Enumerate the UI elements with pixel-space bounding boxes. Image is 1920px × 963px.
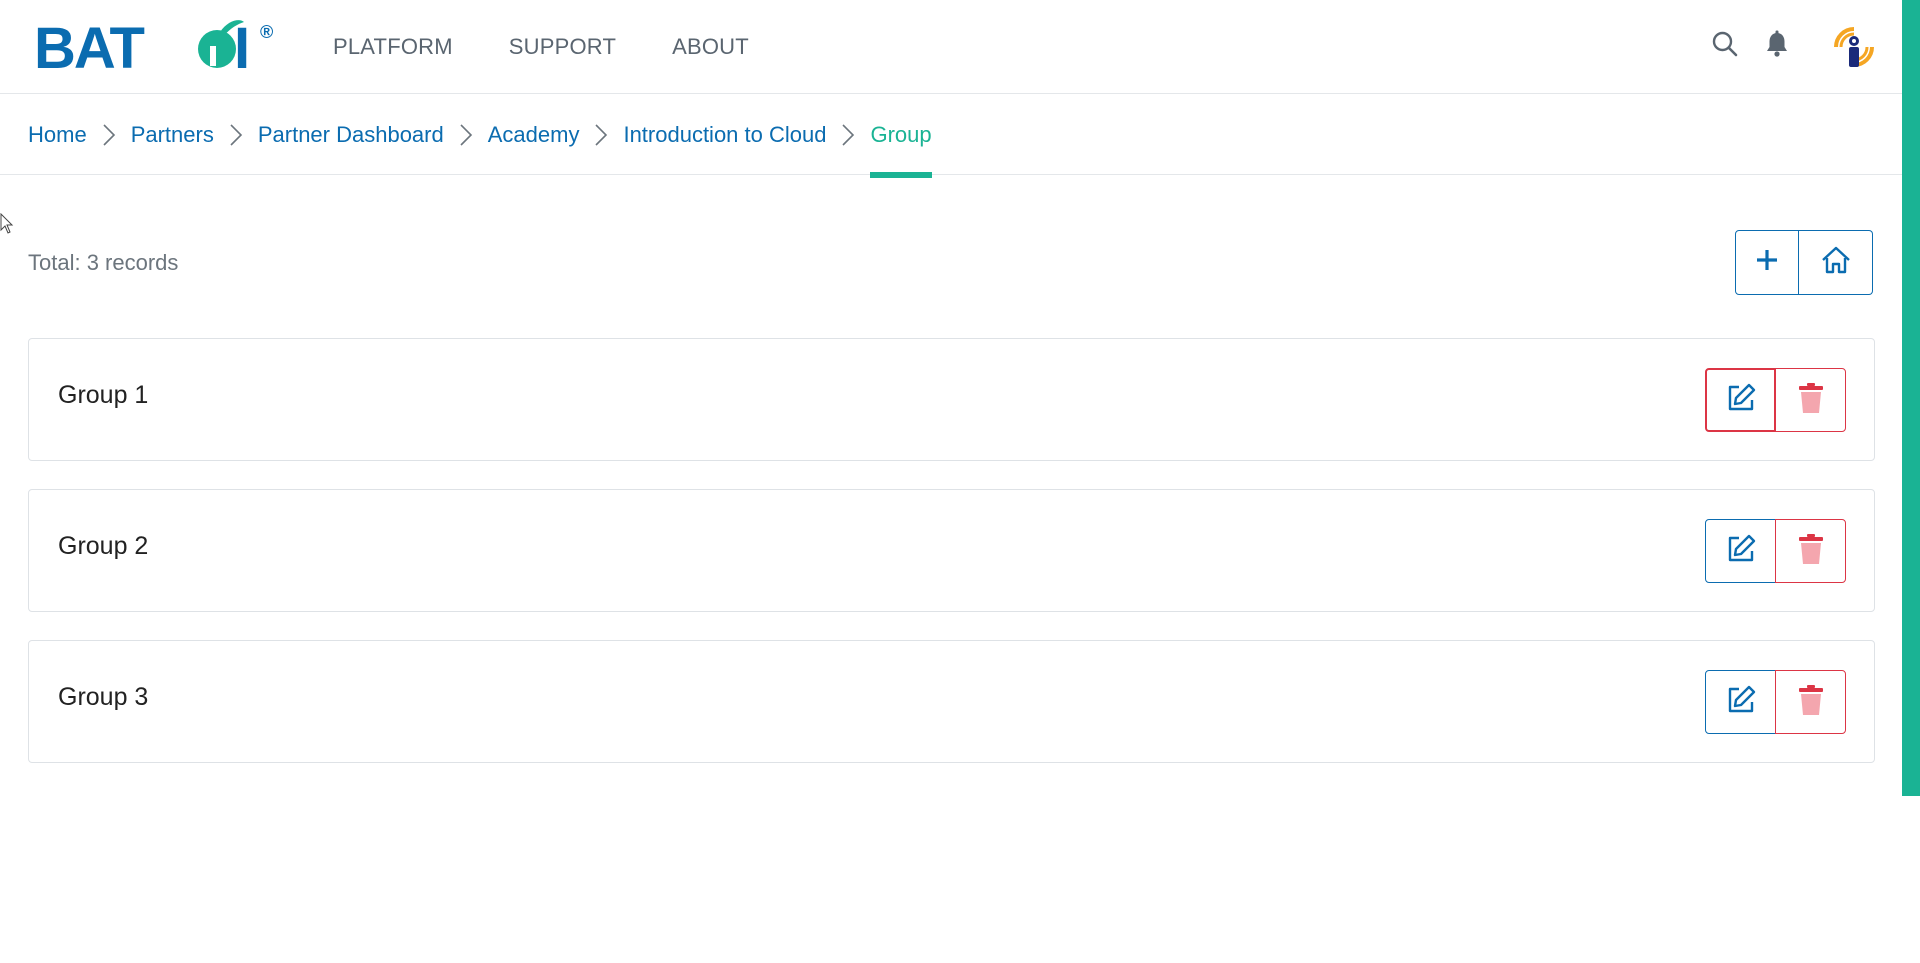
svg-text:BAT: BAT [34, 16, 144, 74]
group-card: Group 2 [28, 489, 1875, 612]
trash-icon [1798, 382, 1824, 419]
breadcrumb-partners[interactable]: Partners [131, 122, 214, 148]
edit-icon [1725, 382, 1757, 419]
group-actions [1705, 519, 1846, 583]
right-accent-bar [1902, 0, 1920, 796]
edit-group-button[interactable] [1705, 670, 1776, 734]
nav-platform[interactable]: PLATFORM [333, 34, 453, 60]
breadcrumb-group-current: Group [870, 95, 932, 178]
home-icon [1821, 246, 1851, 279]
plus-icon [1755, 248, 1779, 277]
add-group-button[interactable] [1735, 230, 1799, 295]
breadcrumb-partner-dashboard[interactable]: Partner Dashboard [258, 122, 444, 148]
group-name: Group 3 [58, 683, 149, 711]
delete-group-button[interactable] [1775, 670, 1846, 734]
breadcrumb-bar: Home Partners Partner Dashboard Academy … [0, 95, 1902, 178]
group-actions [1705, 670, 1846, 734]
registered-mark: ® [260, 22, 273, 42]
chevron-right-icon [452, 123, 480, 147]
nav-about[interactable]: ABOUT [672, 34, 749, 60]
trash-icon [1798, 684, 1824, 721]
breadcrumb-introduction-to-cloud[interactable]: Introduction to Cloud [623, 122, 826, 148]
top-header: BAT I ® PLATFORM SUPPORT ABOUT [0, 0, 1902, 94]
group-list: Group 1 Group 2 Group 3 [28, 338, 1875, 791]
mouse-cursor-icon [0, 212, 14, 240]
chevron-right-icon [834, 123, 862, 147]
group-actions [1705, 368, 1846, 432]
breadcrumb-academy[interactable]: Academy [488, 122, 580, 148]
edit-group-button[interactable] [1705, 519, 1776, 583]
page: BAT I ® PLATFORM SUPPORT ABOUT Home Part… [0, 0, 1920, 963]
total-records-count: Total: 3 records [28, 250, 179, 275]
chevron-right-icon [95, 123, 123, 147]
breadcrumb: Home Partners Partner Dashboard Academy … [28, 95, 932, 178]
svg-text:I: I [234, 16, 250, 74]
nav-support[interactable]: SUPPORT [509, 34, 616, 60]
home-button[interactable] [1799, 230, 1873, 295]
user-avatar[interactable] [1829, 22, 1879, 72]
group-card: Group 3 [28, 640, 1875, 763]
batoi-logo[interactable]: BAT I ® [34, 16, 278, 74]
chevron-right-icon [222, 123, 250, 147]
group-name: Group 2 [58, 532, 149, 560]
trash-icon [1798, 533, 1824, 570]
edit-icon [1725, 533, 1757, 570]
edit-icon [1725, 684, 1757, 721]
breadcrumb-home[interactable]: Home [28, 122, 87, 148]
group-card: Group 1 [28, 338, 1875, 461]
chevron-right-icon [587, 123, 615, 147]
search-icon[interactable] [1710, 29, 1740, 59]
edit-group-button[interactable] [1705, 368, 1776, 432]
main-nav: PLATFORM SUPPORT ABOUT [333, 34, 749, 60]
delete-group-button[interactable] [1775, 368, 1846, 432]
bell-icon[interactable] [1762, 29, 1792, 59]
group-name: Group 1 [58, 381, 149, 409]
toolbar-button-group [1735, 230, 1873, 295]
delete-group-button[interactable] [1775, 519, 1846, 583]
